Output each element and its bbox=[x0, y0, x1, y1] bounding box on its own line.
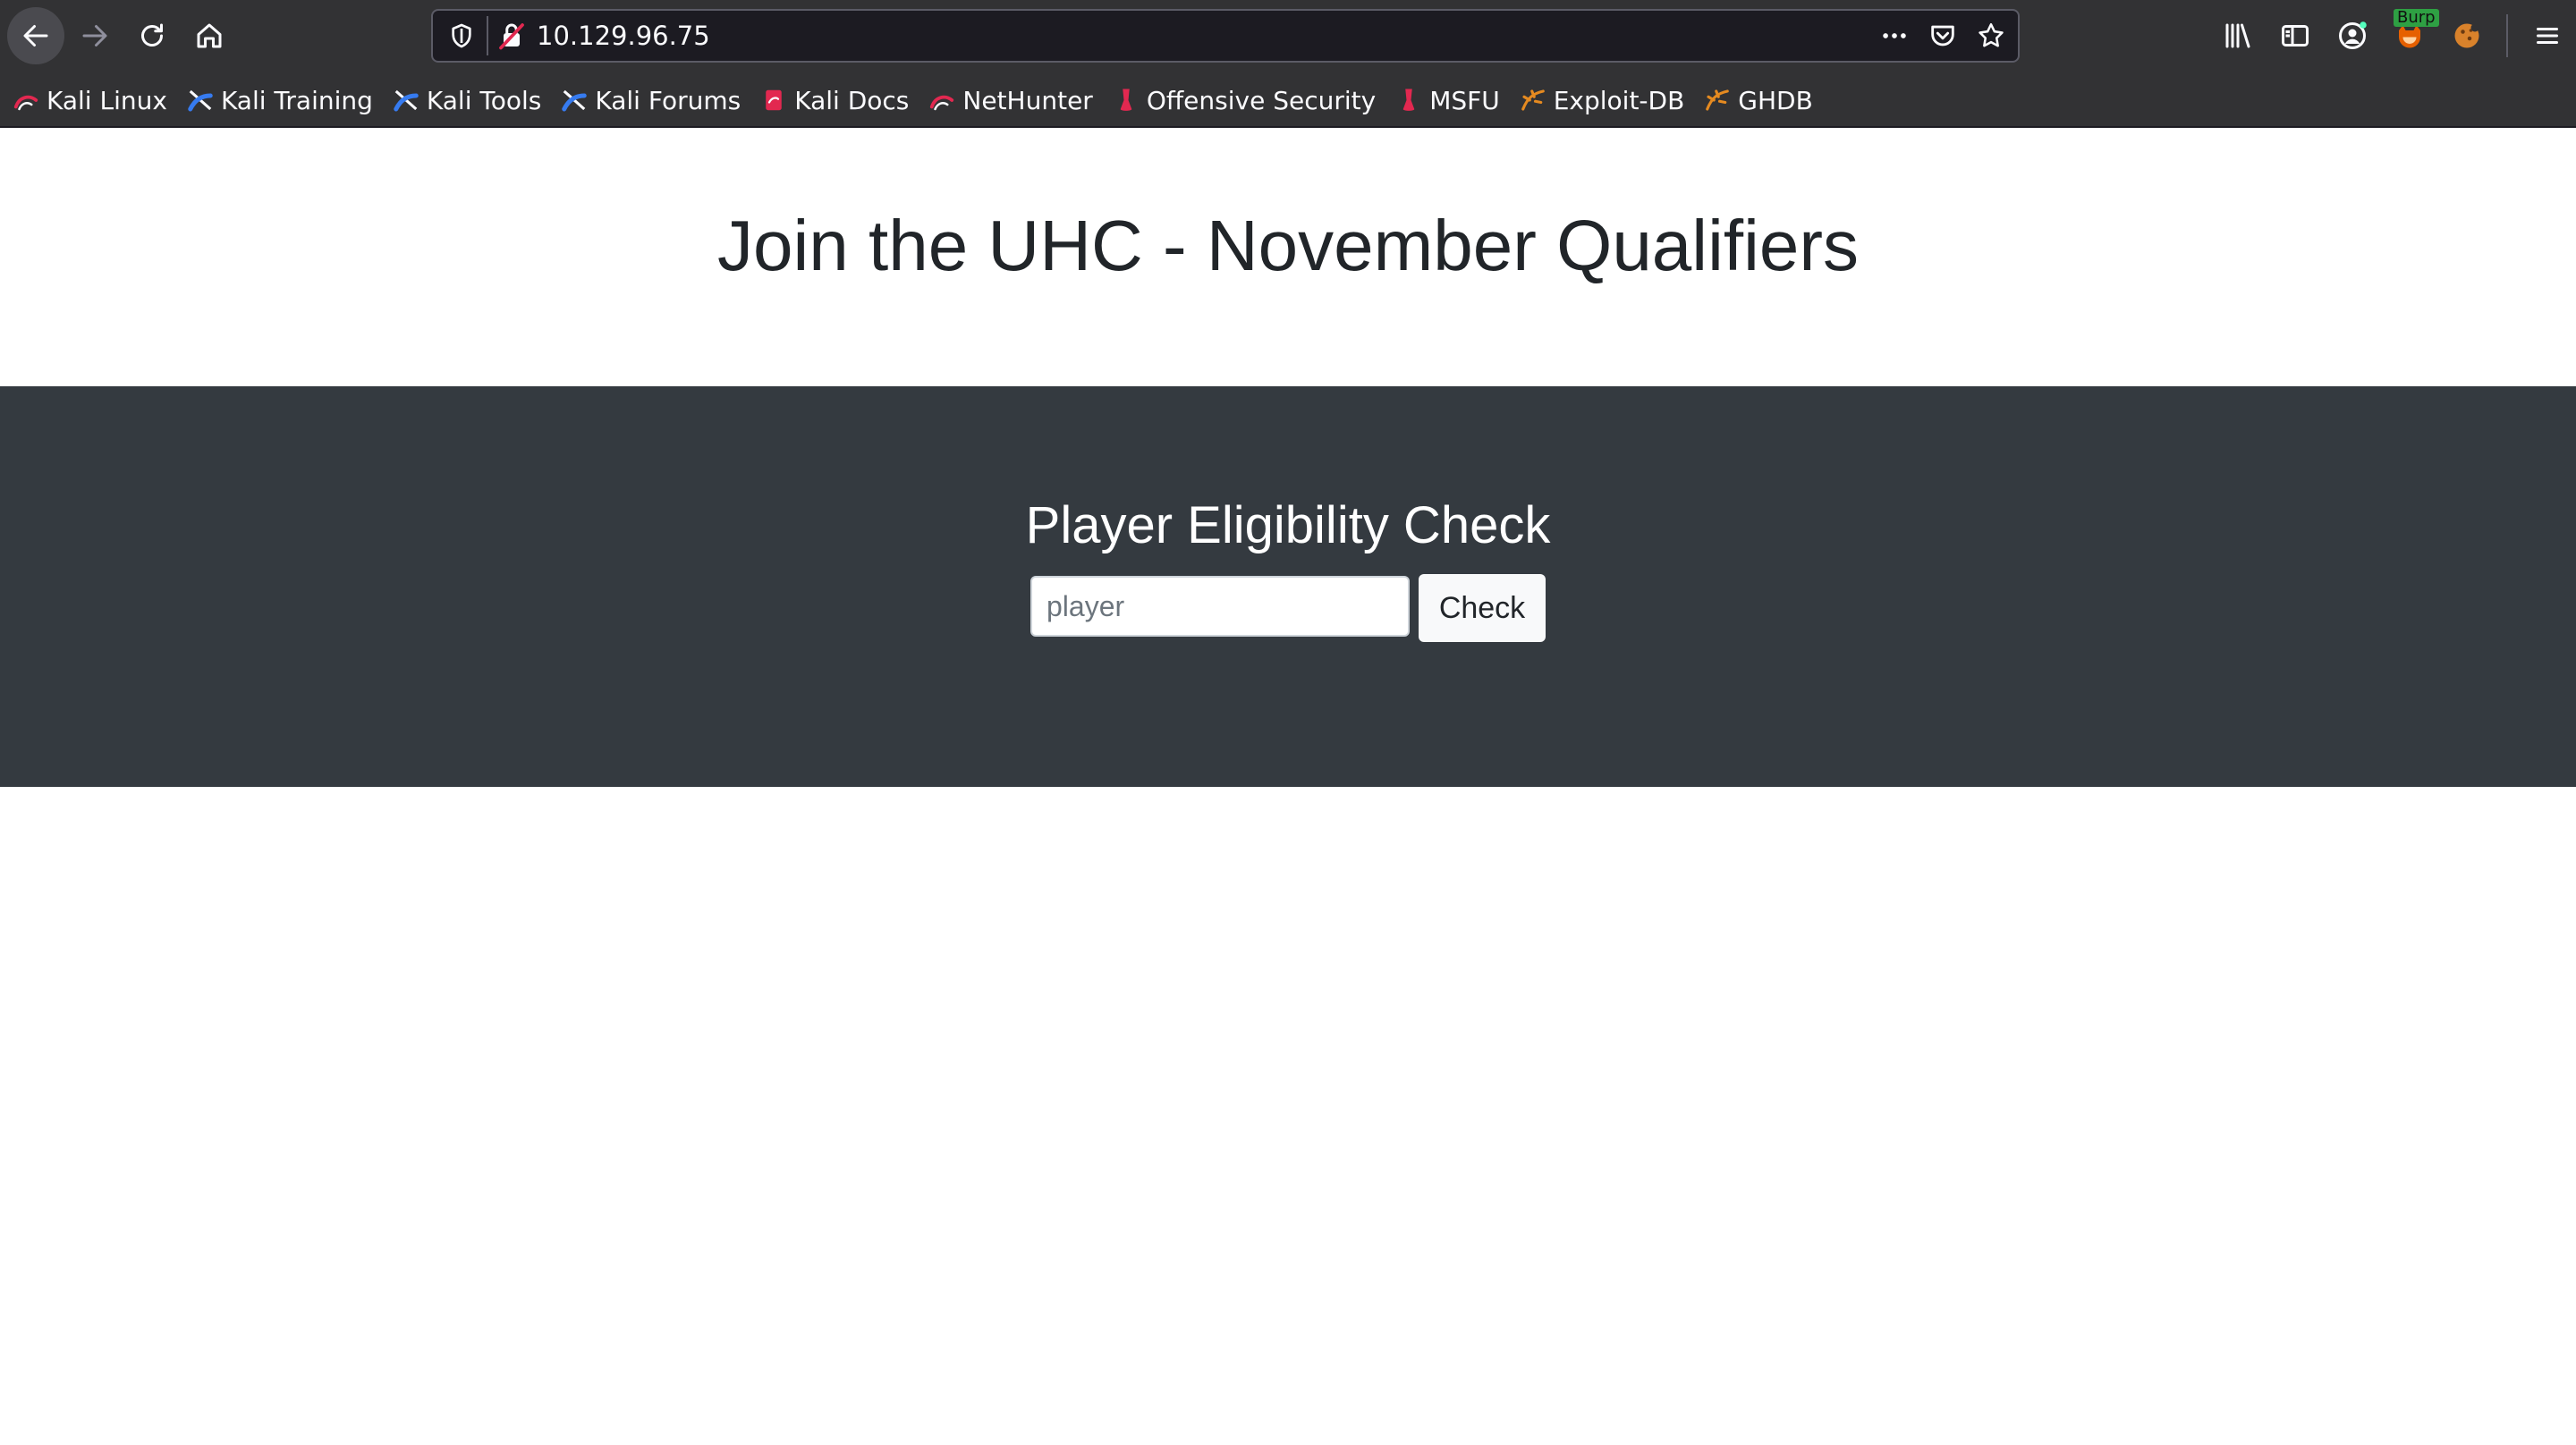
nethunter-icon bbox=[930, 95, 954, 111]
bookmark-offensive-security[interactable]: Offensive Security bbox=[1113, 86, 1376, 115]
cookie-extension-button[interactable] bbox=[2438, 7, 2496, 64]
eligibility-section: Player Eligibility Check Check bbox=[0, 386, 2576, 787]
bookmark-star-button[interactable] bbox=[1973, 18, 2009, 54]
arrow-right-icon bbox=[82, 25, 107, 46]
reload-icon bbox=[141, 23, 163, 46]
hamburger-menu-icon bbox=[2537, 28, 2558, 44]
page-actions-button[interactable] bbox=[1877, 18, 1912, 54]
shield-icon[interactable] bbox=[447, 21, 476, 50]
browser-chrome: 10.129.96.75 Burp Kali Linux Kali Traini… bbox=[0, 0, 2576, 128]
account-button[interactable] bbox=[2324, 7, 2381, 64]
bookmark-kali-training[interactable]: Kali Training bbox=[187, 86, 373, 115]
toolbar-separator bbox=[2506, 14, 2508, 57]
url-bar[interactable]: 10.129.96.75 bbox=[431, 9, 2020, 63]
menu-button[interactable] bbox=[2519, 7, 2576, 64]
bookmark-ghdb[interactable]: GHDB bbox=[1704, 86, 1813, 115]
library-button[interactable] bbox=[2209, 7, 2267, 64]
page-title: Join the UHC - November Qualifiers bbox=[717, 206, 1859, 285]
sidebar-icon bbox=[2282, 25, 2309, 46]
kali-docs-icon bbox=[766, 89, 782, 111]
page-content: Join the UHC - November Qualifiers Playe… bbox=[0, 130, 2576, 1445]
bookmark-kali-linux[interactable]: Kali Linux bbox=[13, 86, 167, 115]
url-actions bbox=[1877, 18, 2009, 54]
bookmark-msfu[interactable]: MSFU bbox=[1395, 86, 1500, 115]
sidebar-button[interactable] bbox=[2267, 7, 2324, 64]
more-horizontal-icon bbox=[1883, 33, 1906, 38]
arrow-left-icon bbox=[23, 25, 48, 46]
toolbar-right: Burp bbox=[2209, 7, 2576, 64]
msfu-icon bbox=[1402, 89, 1415, 111]
cookie-icon bbox=[2454, 23, 2479, 48]
kali-linux-icon bbox=[13, 95, 38, 111]
section-title: Player Eligibility Check bbox=[1025, 496, 1551, 554]
player-input[interactable] bbox=[1030, 576, 1410, 637]
offsec-icon bbox=[1120, 89, 1132, 111]
bookmark-kali-tools[interactable]: Kali Tools bbox=[393, 86, 541, 115]
exploitdb-icon bbox=[1521, 89, 1545, 111]
burp-extension-button[interactable]: Burp bbox=[2381, 7, 2439, 64]
home-icon bbox=[197, 23, 222, 48]
forward-button[interactable] bbox=[66, 7, 123, 64]
bookmarks-toolbar: Kali Linux Kali Training Kali Tools Kali… bbox=[13, 79, 1813, 122]
kali-forums-icon bbox=[562, 89, 588, 112]
url-divider bbox=[487, 16, 488, 55]
pocket-button[interactable] bbox=[1925, 18, 1961, 54]
reload-button[interactable] bbox=[123, 7, 181, 64]
url-text[interactable]: 10.129.96.75 bbox=[537, 18, 710, 54]
bookmark-nethunter[interactable]: NetHunter bbox=[928, 86, 1093, 115]
insecure-lock-icon[interactable] bbox=[496, 20, 528, 52]
star-icon bbox=[1979, 22, 2004, 47]
account-icon bbox=[2339, 21, 2367, 49]
kali-tools-icon bbox=[394, 89, 419, 112]
pocket-icon bbox=[1931, 25, 1954, 46]
back-button[interactable] bbox=[7, 7, 64, 64]
check-button[interactable]: Check bbox=[1419, 574, 1546, 642]
ghdb-icon bbox=[1706, 89, 1730, 111]
burp-badge: Burp bbox=[2394, 9, 2439, 27]
bookmark-exploit-db[interactable]: Exploit-DB bbox=[1520, 86, 1684, 115]
library-icon bbox=[2225, 23, 2250, 48]
bookmark-kali-forums[interactable]: Kali Forums bbox=[561, 86, 741, 115]
kali-training-icon bbox=[188, 89, 213, 112]
home-button[interactable] bbox=[181, 7, 238, 64]
bookmark-kali-docs[interactable]: Kali Docs bbox=[760, 86, 909, 115]
navigation-toolbar: 10.129.96.75 Burp bbox=[0, 0, 2576, 72]
